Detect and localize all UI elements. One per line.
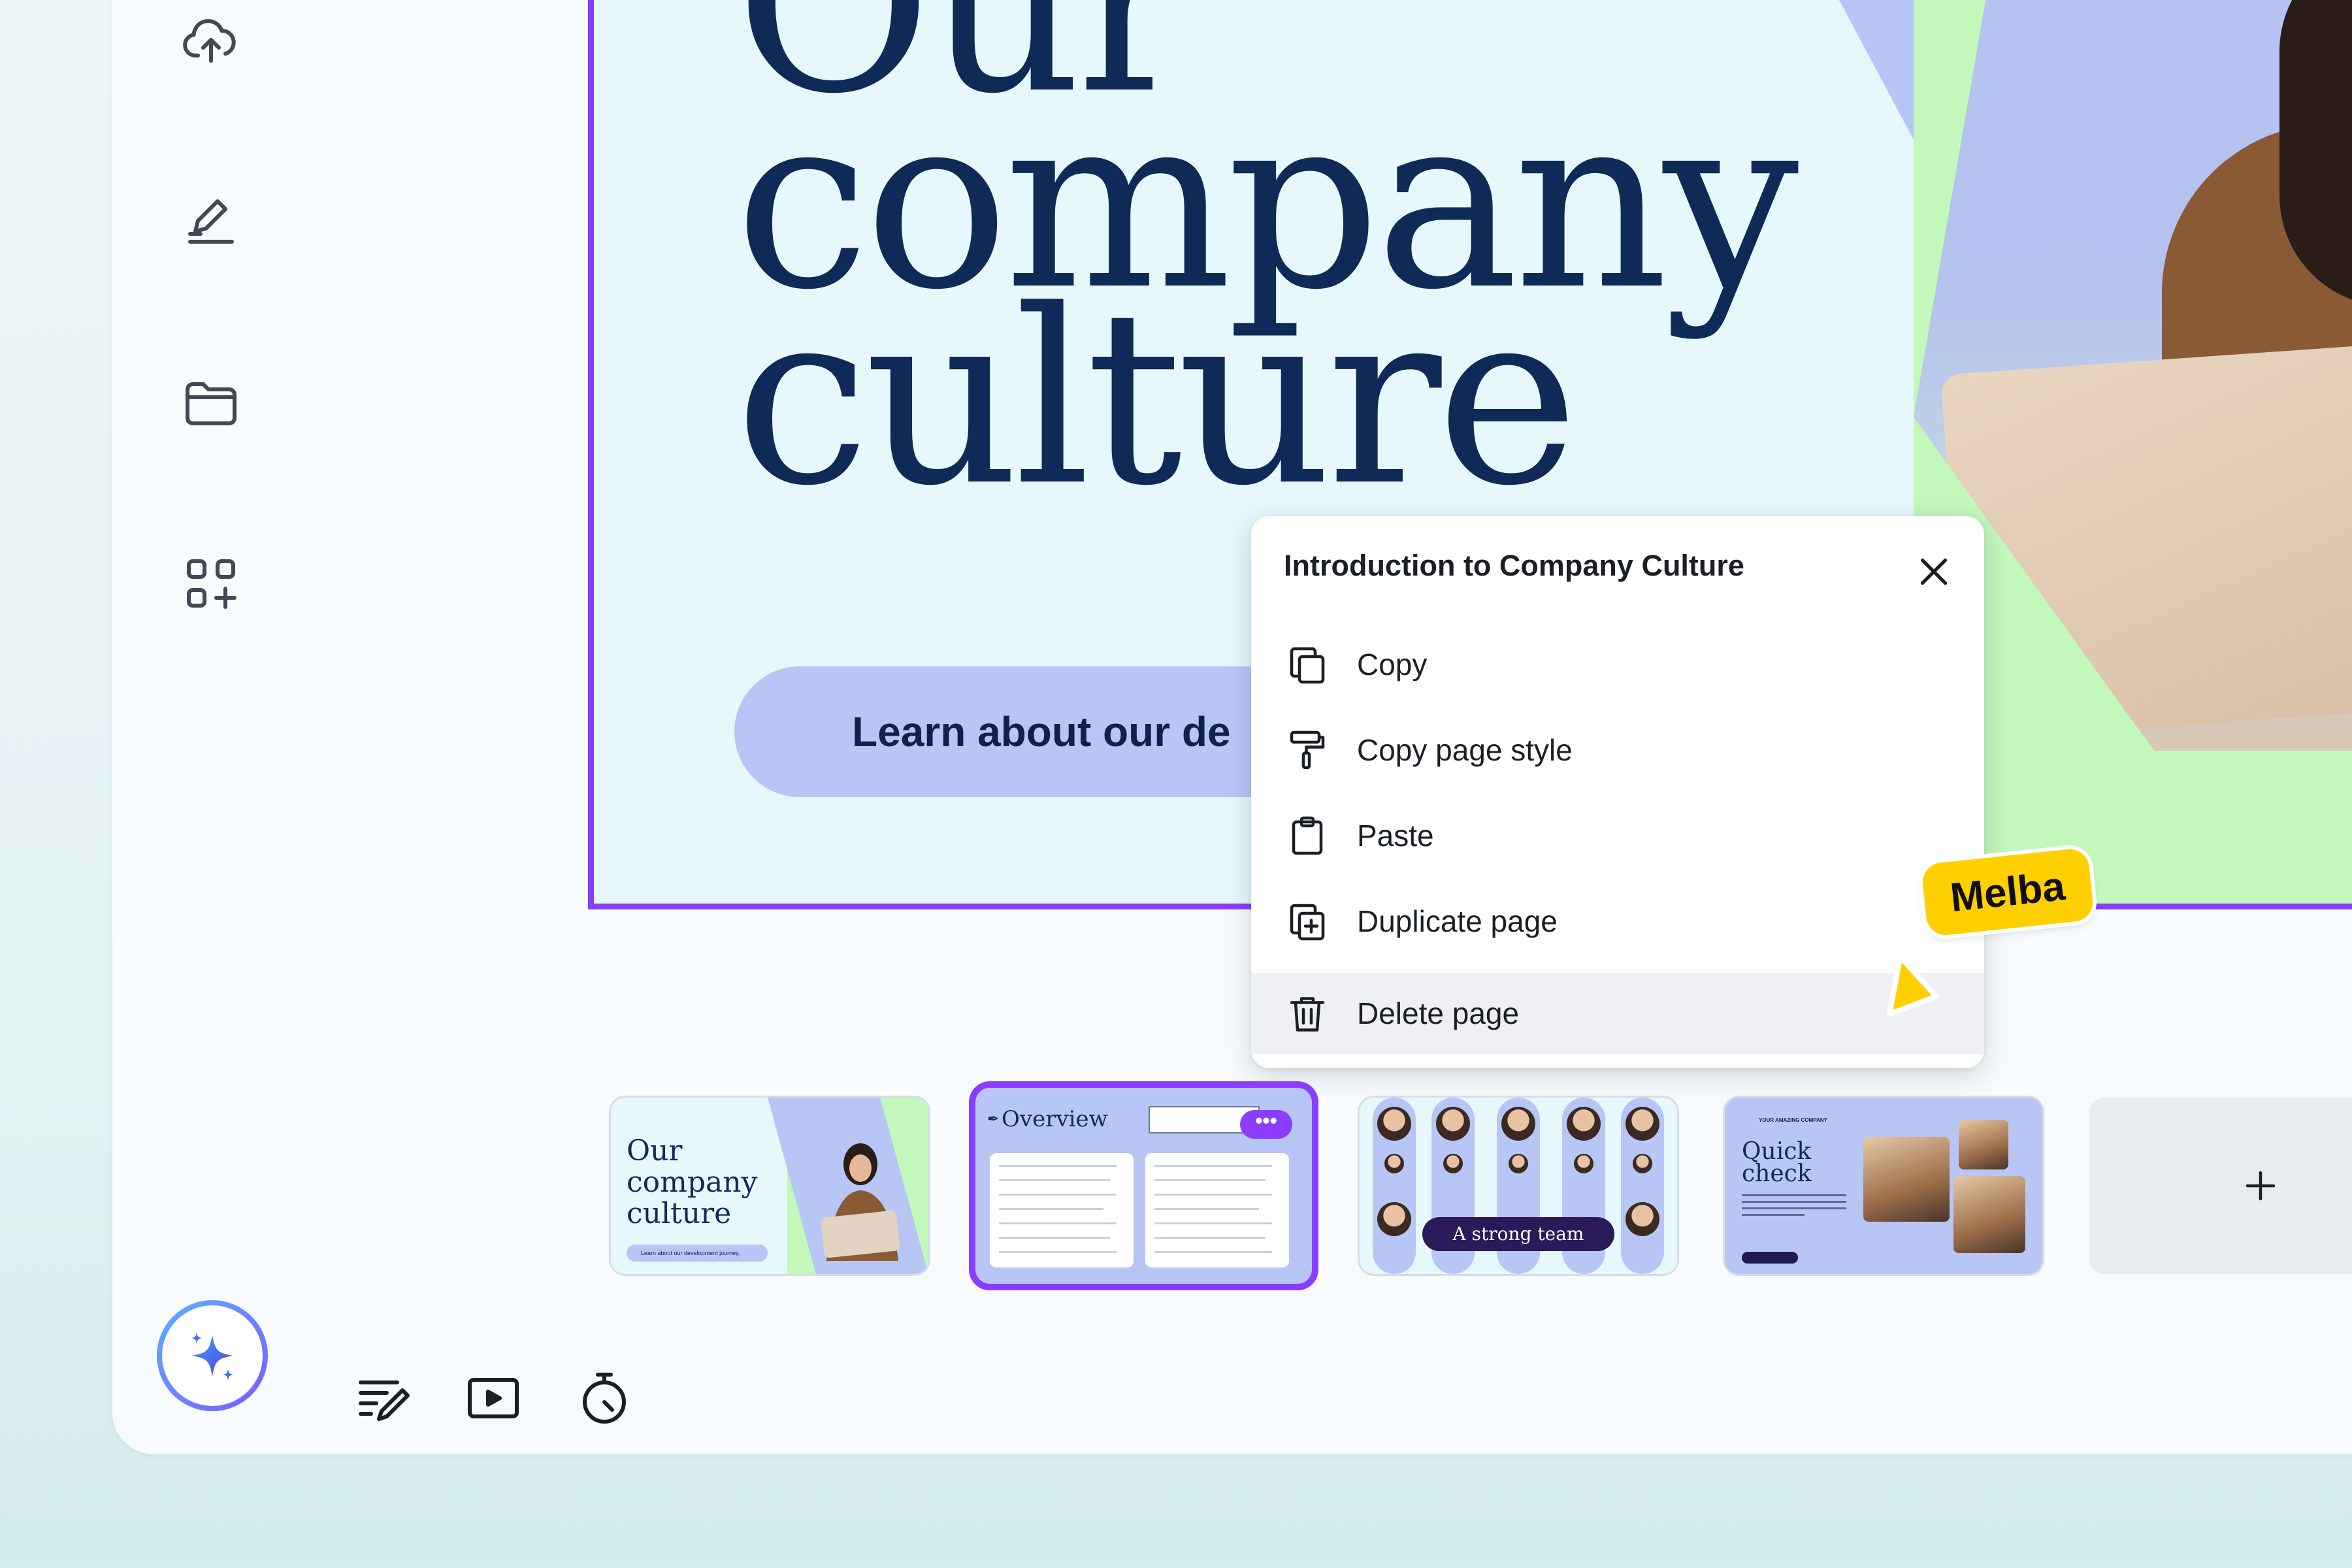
team-photo [1863, 1137, 1950, 1222]
close-icon[interactable] [1911, 549, 1957, 595]
page-more-button[interactable]: ••• [1240, 1110, 1292, 1139]
menu-item-label: Copy page style [1357, 733, 1573, 767]
thumbnail-list-card [1145, 1153, 1289, 1267]
add-page-button[interactable] [2089, 1098, 2352, 1274]
menu-item-label: Delete page [1357, 996, 1520, 1030]
thumbnail-title: Quick check [1742, 1138, 1812, 1187]
menu-item-paste[interactable]: Paste [1251, 795, 1984, 876]
menu-item-copy[interactable]: Copy [1251, 624, 1984, 705]
paint-roller-icon [1284, 727, 1331, 774]
menu-item-label: Copy [1357, 647, 1428, 681]
sparkle-icon [191, 1332, 233, 1380]
draw-icon[interactable] [180, 189, 242, 252]
person-photo [821, 1143, 900, 1261]
thumbnail-title: Overview [1002, 1106, 1108, 1132]
menu-item-label: Duplicate page [1357, 904, 1558, 938]
page-thumbnail-3[interactable]: A strong team [1360, 1098, 1677, 1274]
menu-item-label: Paste [1357, 819, 1434, 853]
apps-add-icon[interactable] [180, 552, 242, 615]
present-icon[interactable] [462, 1367, 525, 1429]
clipboard-icon [1284, 812, 1331, 859]
pen-icon: ✒ [987, 1111, 1000, 1128]
timer-icon[interactable] [573, 1367, 636, 1429]
notes-edit-icon[interactable] [353, 1367, 416, 1429]
plus-icon [2246, 1171, 2276, 1201]
thumbnail-pill: Learn about our development journey. [627, 1245, 768, 1262]
collaborator-cursor-icon [1886, 954, 1939, 1017]
copy-icon [1284, 641, 1331, 688]
menu-title: Introduction to Company Culture [1284, 549, 1744, 582]
thumbnail-brand: YOUR AMAZING COMPANY [1759, 1117, 1827, 1123]
team-photo [1953, 1176, 2025, 1253]
menu-item-copy-page-style[interactable]: Copy page style [1251, 710, 1984, 791]
thumbnail-title: Our company culture [627, 1134, 758, 1230]
thumbnail-list-card [990, 1153, 1134, 1267]
magic-assistant-button[interactable] [157, 1300, 268, 1411]
page-context-menu: Introduction to Company Culture Copy Cop… [1251, 516, 1984, 1068]
thumbnail-button [1742, 1252, 1798, 1264]
cloud-upload-icon[interactable] [180, 10, 242, 73]
thumbnail-body-text [1742, 1194, 1846, 1220]
slide-title[interactable]: Our company culture [735, 0, 1799, 519]
team-photo [1959, 1120, 2008, 1169]
duplicate-icon [1284, 898, 1331, 945]
menu-item-delete-page[interactable]: Delete page [1251, 973, 1984, 1054]
thumbnail-title: A strong team [1422, 1217, 1614, 1251]
trash-icon [1284, 990, 1331, 1037]
menu-item-duplicate-page[interactable]: Duplicate page [1251, 881, 1984, 962]
page-thumbnail-4[interactable]: YOUR AMAZING COMPANY Quick check [1725, 1098, 2042, 1274]
folder-icon[interactable] [180, 371, 242, 434]
page-thumbnail-1[interactable]: Our company culture Learn about our deve… [611, 1098, 928, 1274]
page-thumbnail-2[interactable]: ✒ Overview ••• [975, 1088, 1312, 1284]
